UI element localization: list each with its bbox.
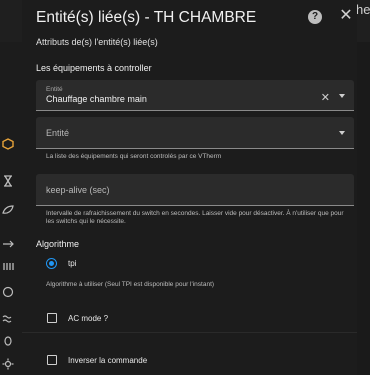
dropdown-arrow-icon[interactable] [339,131,345,135]
close-icon[interactable]: ✕ [338,8,354,24]
linked-entities-dialog: Entité(s) liée(s) - TH CHAMBRE ? ✕ Attri… [22,0,357,375]
keepalive-field-label: keep-alive (sec) [46,185,110,195]
device-select-field[interactable]: Entité Chauffage chambre main ✕ [36,80,354,111]
dropdown-arrow-icon[interactable] [339,94,345,98]
clear-icon[interactable]: ✕ [321,91,330,104]
hourglass-icon[interactable] [2,175,14,187]
tpi-radio[interactable] [46,258,57,269]
keepalive-helper-text: Intervalle de rafraichissement du switch… [46,210,344,225]
keepalive-input[interactable]: keep-alive (sec) [36,174,354,206]
device-field-label: Entité [46,86,63,93]
entity-select-field[interactable]: Entité [36,117,354,149]
radiator-icon[interactable] [2,260,14,272]
leaf-icon[interactable] [2,204,14,216]
device-field-value: Chauffage chambre main [46,94,147,104]
dialog-title: Entité(s) liée(s) - TH CHAMBRE [36,9,257,26]
bug-icon[interactable] [2,334,14,346]
dialog-subtitle: Attributs de(s) l'entité(s) liée(s) [36,37,158,47]
divider [22,332,357,333]
invert-command-label: Inverser la commande [68,356,148,365]
help-icon[interactable]: ? [308,10,322,24]
entity-helper-text: La liste des équipements qui seront cont… [46,153,222,160]
gauge-icon[interactable] [2,286,14,298]
background-sidebar [0,42,22,375]
background-title-fragment: herm [356,2,370,17]
invert-command-checkbox[interactable] [47,355,57,365]
algorithm-helper-text: Algorithme à utiliser (Seul TPI est disp… [46,281,215,288]
entity-field-label: Entité [46,128,70,138]
settings-icon[interactable] [2,358,14,370]
ac-mode-checkbox[interactable] [47,313,57,323]
tpi-radio-label: tpi [68,259,77,268]
background-right-strip [355,42,370,375]
cube-icon[interactable] [2,138,14,150]
heater-icon[interactable] [2,314,14,326]
ac-mode-label: AC mode ? [68,314,109,323]
arrows-icon[interactable] [2,238,14,250]
section-algorithm-heading: Algorithme [36,239,80,249]
section-devices-heading: Les équipements à controller [36,63,152,73]
